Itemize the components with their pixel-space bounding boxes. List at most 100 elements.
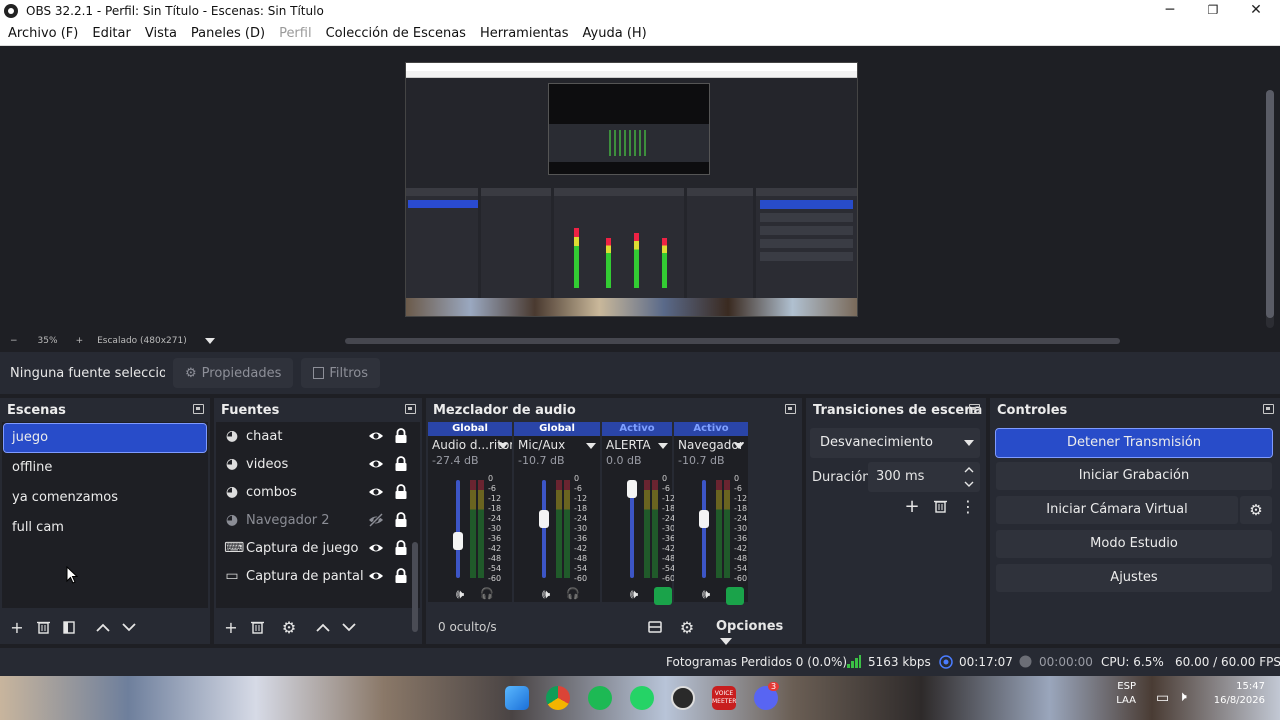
move-up-icon[interactable] — [92, 616, 114, 638]
trash-icon[interactable] — [929, 495, 951, 517]
trash-icon[interactable] — [246, 616, 268, 638]
undock-icon[interactable] — [785, 404, 796, 414]
source-item[interactable]: ◕ combos — [216, 478, 420, 506]
obs-taskbar-icon[interactable] — [671, 686, 695, 710]
add-source-icon[interactable]: + — [220, 616, 242, 638]
chrome-icon[interactable] — [546, 686, 570, 710]
undock-icon[interactable] — [405, 404, 416, 414]
lock-icon[interactable] — [394, 540, 408, 556]
eye-icon[interactable] — [368, 484, 384, 500]
more-options-icon[interactable]: ⋮ — [957, 495, 979, 517]
volume-fader-track[interactable] — [542, 480, 546, 578]
add-scene-icon[interactable]: + — [6, 616, 28, 638]
undock-icon[interactable] — [1263, 404, 1274, 414]
move-down-icon[interactable] — [338, 616, 360, 638]
preview-canvas[interactable] — [405, 62, 858, 317]
channel-name-dropdown[interactable]: Mic/Aux — [514, 436, 600, 454]
maximize-button[interactable]: ❐ — [1191, 0, 1235, 22]
source-item[interactable]: ▭ Captura de pantalla — [216, 562, 420, 590]
duration-spinbox[interactable]: 300 ms — [868, 462, 980, 492]
preview-horizontal-scrollbar[interactable] — [345, 338, 1120, 344]
mixer-options-button[interactable]: Opciones — [716, 619, 802, 649]
studio-mode-button[interactable]: Modo Estudio — [996, 530, 1272, 558]
zoom-out-button[interactable]: − — [10, 336, 18, 346]
speaker-icon[interactable]: 🕪 — [630, 587, 638, 609]
scene-filters-icon[interactable] — [58, 616, 80, 638]
undock-icon[interactable] — [193, 404, 204, 414]
start-virtual-cam-button[interactable]: Iniciar Cámara Virtual — [996, 496, 1238, 524]
volume-fader-handle[interactable] — [627, 480, 637, 498]
channel-name-dropdown[interactable]: ALERTA — [602, 436, 672, 454]
channel-name-dropdown[interactable]: Audio d...ritorio — [428, 436, 512, 454]
clock[interactable]: 15:47 16/8/2026 — [1205, 680, 1265, 708]
windows-start-icon[interactable] — [505, 686, 529, 710]
lock-icon[interactable] — [394, 456, 408, 472]
move-up-icon[interactable] — [312, 616, 334, 638]
minimize-button[interactable]: ─ — [1148, 0, 1192, 22]
zoom-dropdown-icon[interactable] — [204, 338, 215, 344]
spin-up-icon[interactable] — [964, 467, 974, 473]
lock-icon[interactable] — [394, 512, 408, 528]
eye-icon[interactable] — [368, 456, 384, 472]
volume-fader-handle[interactable] — [539, 510, 549, 529]
speaker-icon[interactable]: 🕪 — [702, 587, 710, 609]
volume-icon[interactable]: 🕨 — [1178, 689, 1187, 705]
menu-ayuda[interactable]: Ayuda (H) — [583, 26, 647, 41]
filters-button[interactable]: Filtros — [301, 358, 381, 388]
headphones-icon[interactable]: 🎧 — [566, 587, 580, 609]
close-button[interactable]: ✕ — [1234, 0, 1278, 22]
menu-editar[interactable]: Editar — [92, 26, 131, 41]
settings-button[interactable]: Ajustes — [996, 564, 1272, 592]
add-transition-icon[interactable]: + — [901, 495, 923, 517]
eye-icon[interactable] — [368, 568, 384, 584]
speaker-icon[interactable]: 🕪 — [456, 587, 464, 609]
speaker-icon[interactable]: 🕪 — [542, 587, 550, 609]
volume-fader-handle[interactable] — [453, 532, 463, 550]
start-recording-button[interactable]: Iniciar Grabación — [996, 462, 1272, 490]
network-icon[interactable]: ▭ — [1156, 690, 1169, 706]
eye-icon[interactable] — [368, 428, 384, 444]
lock-icon[interactable] — [394, 568, 408, 584]
source-item[interactable]: ◕ Navegador 2 — [216, 506, 420, 534]
volume-fader-handle[interactable] — [699, 510, 709, 529]
collapse-mixer-icon[interactable] — [644, 616, 666, 638]
language-indicator[interactable]: ESP LAA — [1114, 680, 1136, 708]
lock-icon[interactable] — [394, 428, 408, 444]
voicemeeter-icon[interactable]: VOICE MEETER — [712, 686, 736, 710]
lock-icon[interactable] — [394, 484, 408, 500]
transition-select[interactable]: Desvanecimiento — [810, 428, 980, 458]
spin-down-icon[interactable] — [964, 481, 974, 487]
scene-item[interactable]: offline — [4, 454, 206, 482]
headphones-active-icon[interactable] — [726, 587, 744, 609]
volume-fader-track[interactable] — [702, 480, 706, 578]
move-down-icon[interactable] — [118, 616, 140, 638]
source-item[interactable]: ◕ chaat — [216, 422, 420, 450]
menu-vista[interactable]: Vista — [145, 26, 177, 41]
eye-hidden-icon[interactable] — [368, 512, 384, 528]
spotify-icon[interactable] — [588, 686, 612, 710]
stop-stream-button[interactable]: Detener Transmisión — [995, 428, 1273, 458]
scene-item[interactable]: full cam — [4, 514, 206, 542]
menu-perfil[interactable]: Perfil — [279, 26, 312, 41]
properties-button[interactable]: ⚙ Propiedades — [173, 358, 294, 388]
volume-fader-track[interactable] — [456, 480, 460, 578]
scene-item[interactable]: juego — [3, 423, 207, 453]
menu-archivo[interactable]: Archivo (F) — [8, 26, 78, 41]
zoom-in-button[interactable]: + — [76, 336, 84, 346]
scene-item[interactable]: ya comenzamos — [4, 484, 206, 512]
source-item[interactable]: ◕ videos — [216, 450, 420, 478]
menu-paneles[interactable]: Paneles (D) — [191, 26, 265, 41]
undock-icon[interactable] — [969, 404, 980, 414]
advanced-audio-gear-icon[interactable]: ⚙ — [676, 616, 698, 638]
eye-icon[interactable] — [368, 540, 384, 556]
virtual-cam-settings-gear-icon[interactable]: ⚙ — [1240, 496, 1272, 524]
trash-icon[interactable] — [32, 616, 54, 638]
source-properties-gear-icon[interactable]: ⚙ — [278, 616, 300, 638]
preview-vertical-scroll-thumb[interactable] — [1266, 90, 1274, 318]
menu-coleccion-escenas[interactable]: Colección de Escenas — [326, 26, 466, 41]
headphones-active-icon[interactable] — [654, 587, 672, 609]
source-item[interactable]: ⌨ Captura de juego — [216, 534, 420, 562]
headphones-icon[interactable]: 🎧 — [480, 587, 494, 609]
channel-name-dropdown[interactable]: Navegador 3 — [674, 436, 748, 454]
whatsapp-icon[interactable] — [630, 686, 654, 710]
